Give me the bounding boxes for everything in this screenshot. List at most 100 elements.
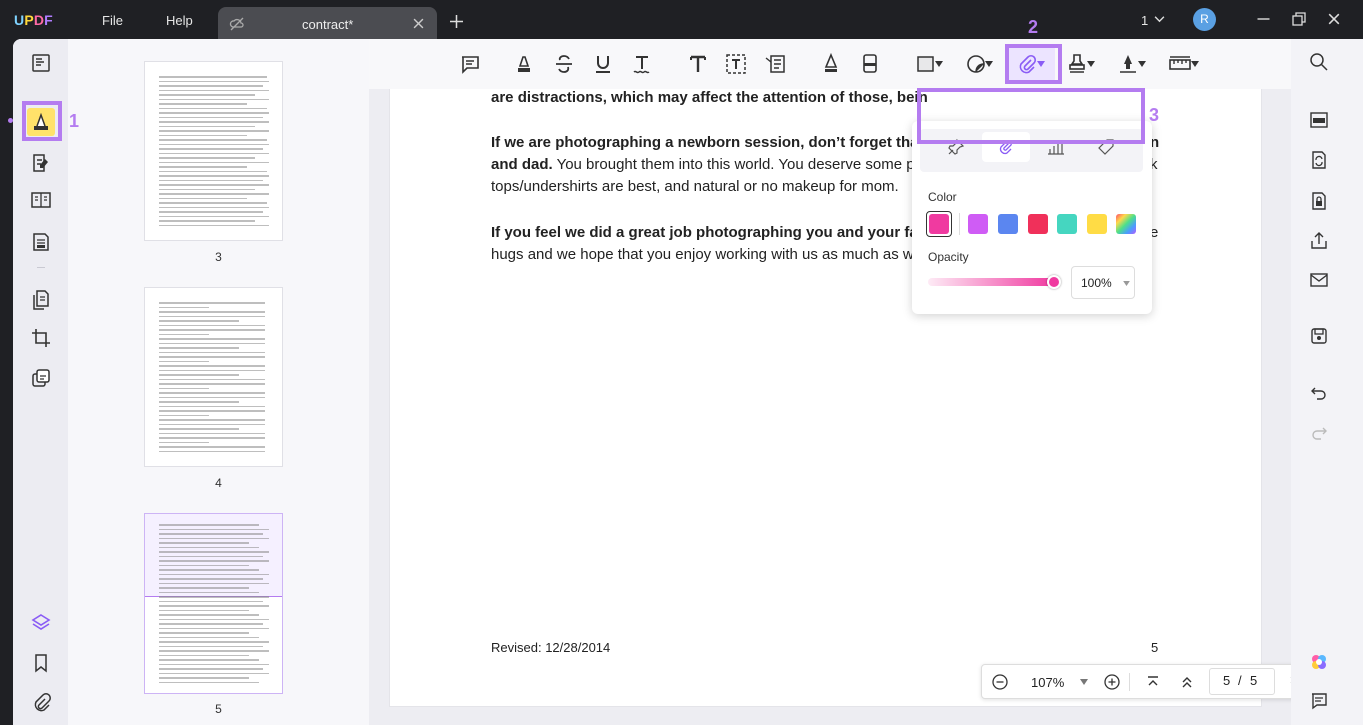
redo-icon xyxy=(1312,427,1327,440)
thumbnail-text-line xyxy=(159,578,263,580)
thumbnail-text-line xyxy=(159,654,249,656)
convert-button[interactable] xyxy=(1306,147,1332,173)
close-window-icon[interactable] xyxy=(1328,13,1340,25)
zoom-dropdown-icon[interactable] xyxy=(1080,679,1088,685)
undo-button[interactable] xyxy=(1306,380,1332,406)
ai-assistant-button[interactable] xyxy=(1306,649,1332,675)
chevron-down-icon[interactable] xyxy=(1138,61,1146,67)
thumbnail-text-line xyxy=(159,546,259,548)
thumbnail-text-line xyxy=(159,175,269,177)
stamp-icon[interactable] xyxy=(1065,52,1089,76)
avatar[interactable]: R xyxy=(1193,8,1216,31)
reader-mode-button[interactable] xyxy=(27,49,55,77)
protect-button[interactable] xyxy=(1306,188,1332,214)
squiggly-text-icon[interactable] xyxy=(630,52,654,76)
share-button[interactable] xyxy=(1306,228,1332,254)
batch-button[interactable] xyxy=(27,364,55,392)
highlight-icon[interactable] xyxy=(512,52,536,76)
text-callout-icon[interactable] xyxy=(763,52,787,76)
highlight-box-2 xyxy=(1005,44,1062,84)
thumbnail-text-line xyxy=(159,125,255,127)
zoom-level[interactable]: 107% xyxy=(1031,675,1064,690)
restore-icon[interactable] xyxy=(1292,12,1306,26)
color-swatch-teal[interactable] xyxy=(1057,214,1077,234)
help-menu[interactable]: Help xyxy=(166,13,193,28)
thumbnail-text-line xyxy=(159,365,265,367)
thumbnail-text-line xyxy=(159,103,247,105)
thumbnail-text-line xyxy=(159,645,263,647)
doc-para-2-line-2: and dad. You brought them into this worl… xyxy=(491,156,915,173)
opacity-select[interactable]: 100% xyxy=(1071,266,1135,299)
text-icon[interactable] xyxy=(686,52,710,76)
zoom-in-icon[interactable] xyxy=(1104,674,1120,690)
chevron-down-icon[interactable] xyxy=(985,61,993,67)
share-icon xyxy=(1311,232,1327,249)
thumbnail-text-line xyxy=(159,605,269,607)
thumbnail-text-line xyxy=(159,320,239,322)
thumbnail-text-line xyxy=(159,636,259,638)
thumbnail-text-line xyxy=(159,329,265,331)
signature-icon[interactable] xyxy=(1116,52,1140,76)
chevron-down-icon[interactable] xyxy=(1087,61,1095,67)
opacity-slider-handle[interactable] xyxy=(1047,275,1061,289)
form-icon xyxy=(33,233,49,251)
page-thumbnail-4[interactable] xyxy=(144,287,283,467)
minimize-icon[interactable] xyxy=(1257,18,1270,20)
form-button[interactable] xyxy=(27,228,55,256)
thumbnail-text-line xyxy=(159,564,249,566)
thumbnail-text-line xyxy=(159,614,259,616)
crop-button[interactable] xyxy=(27,324,55,352)
organize-pages-button[interactable] xyxy=(27,286,55,314)
layers-button[interactable] xyxy=(27,609,55,637)
save-button[interactable] xyxy=(1306,323,1332,349)
close-tab-icon[interactable] xyxy=(413,18,424,29)
previous-page-icon[interactable] xyxy=(1179,674,1195,690)
color-swatch-blue[interactable] xyxy=(998,214,1018,234)
attachment-panel-button[interactable] xyxy=(27,689,55,717)
color-swatch-pink[interactable] xyxy=(929,214,949,234)
edit-pdf-button[interactable] xyxy=(27,149,55,177)
layers-copy-icon xyxy=(32,369,50,387)
highlight-box-1 xyxy=(22,101,62,141)
opacity-slider[interactable] xyxy=(928,275,1061,289)
color-swatch-yellow[interactable] xyxy=(1087,214,1107,234)
redo-button[interactable] xyxy=(1306,420,1332,446)
doc-para-3: If you feel we did a great job photograp… xyxy=(491,224,918,241)
zoom-out-icon[interactable] xyxy=(992,674,1008,690)
thumbnail-text-line xyxy=(159,333,209,335)
thumbnail-text-line xyxy=(159,668,263,670)
current-page: 5 xyxy=(1223,673,1231,688)
comment-icon[interactable] xyxy=(458,52,482,76)
pencil-icon[interactable] xyxy=(819,52,843,76)
new-tab-icon[interactable] xyxy=(450,15,463,28)
file-menu[interactable]: File xyxy=(102,13,123,28)
strikethrough-icon[interactable] xyxy=(552,52,576,76)
footer-page-number: 5 xyxy=(1151,640,1159,655)
chevron-down-icon[interactable] xyxy=(935,61,943,67)
page-thumbnail-5[interactable] xyxy=(144,513,283,694)
thumbnail-text-line xyxy=(159,197,247,199)
bookmark-button[interactable] xyxy=(27,649,55,677)
page-organize-button[interactable] xyxy=(27,186,55,214)
color-swatch-custom[interactable] xyxy=(1116,214,1136,234)
page-number-input[interactable] xyxy=(1209,668,1275,695)
document-tab[interactable]: contract* xyxy=(218,7,437,40)
ocr-button[interactable] xyxy=(1306,107,1332,133)
email-button[interactable] xyxy=(1306,267,1332,293)
eraser-icon[interactable] xyxy=(858,52,882,76)
thumbnail-text-line xyxy=(159,596,269,598)
thumbnail-text-line xyxy=(159,627,269,629)
chevron-down-icon[interactable] xyxy=(1154,15,1165,23)
measure-icon[interactable] xyxy=(1168,52,1192,76)
first-page-icon[interactable] xyxy=(1145,674,1161,690)
footer-revised: Revised: 12/28/2014 xyxy=(491,640,611,655)
color-swatch-red[interactable] xyxy=(1028,214,1048,234)
color-swatch-purple[interactable] xyxy=(968,214,988,234)
chevron-down-icon[interactable] xyxy=(1191,61,1199,67)
underline-icon[interactable] xyxy=(591,52,615,76)
thumbnail-text-line xyxy=(159,383,265,385)
text-box-icon[interactable] xyxy=(724,52,748,76)
comments-list-button[interactable] xyxy=(1306,688,1332,714)
search-button[interactable] xyxy=(1306,49,1332,75)
page-thumbnail-3[interactable] xyxy=(144,61,283,241)
